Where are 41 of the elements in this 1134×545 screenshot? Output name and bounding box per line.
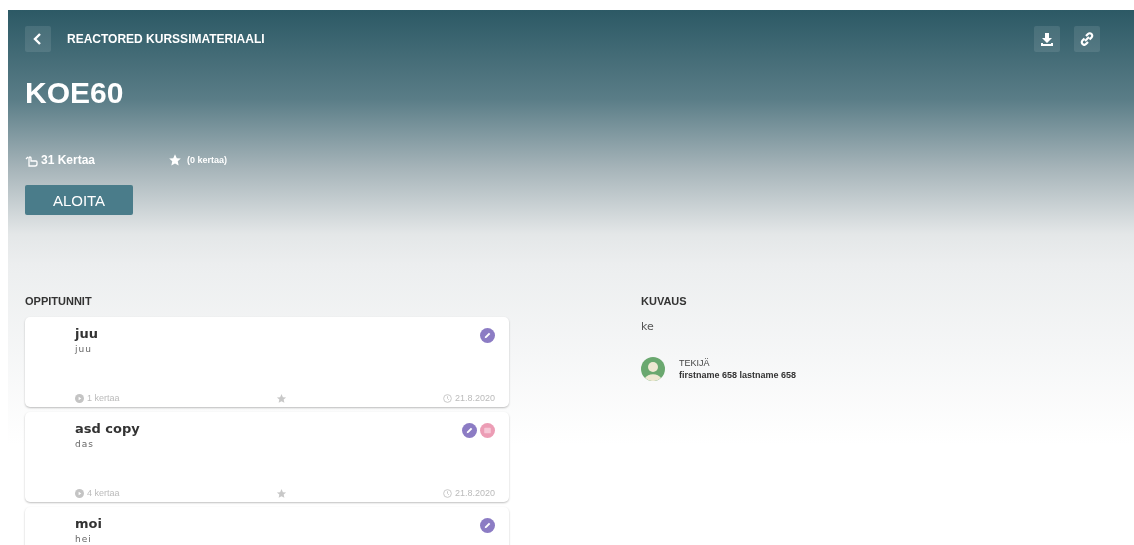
lesson-date: 21.8.2020 [454, 393, 495, 403]
download-icon [1040, 32, 1054, 46]
play-count: 4 kertaa [87, 488, 120, 498]
lesson-title: asd copy [75, 421, 140, 436]
back-button[interactable] [25, 26, 51, 52]
author-label: TEKIJÄ [679, 358, 711, 368]
avatar-icon [641, 357, 665, 381]
lesson-description: juu [75, 344, 93, 354]
lesson-card[interactable]: moi hei [25, 507, 509, 545]
download-button[interactable] [1034, 26, 1060, 52]
course-title: KOE60 [25, 76, 125, 110]
play-count: 1 kertaa [87, 393, 120, 403]
start-button[interactable]: ALOITA [25, 185, 133, 215]
section-heading: OPPITUNNIT [25, 295, 93, 307]
views-count: 31 Kertaa [41, 153, 96, 167]
lesson-description: das [75, 439, 95, 449]
lesson-card[interactable]: asd copy das 4 kertaa 21.8.2020 [25, 412, 509, 502]
lesson-title: moi [75, 516, 102, 531]
back-icon [33, 33, 43, 45]
pencil-icon[interactable] [480, 518, 495, 533]
lesson-title: juu [75, 326, 98, 341]
clock-icon [442, 488, 452, 498]
star-icon[interactable] [275, 392, 287, 404]
play-icon [75, 488, 84, 498]
lesson-description: hei [75, 534, 93, 544]
star-icon [168, 153, 182, 167]
link-button[interactable] [1074, 26, 1100, 52]
description-text: ke [641, 320, 655, 333]
lesson-date: 21.8.2020 [454, 488, 495, 498]
play-icon [75, 393, 84, 403]
rating-count: (0 kertaa) [187, 155, 228, 165]
pencil-icon[interactable] [480, 328, 495, 343]
star-icon[interactable] [275, 487, 287, 499]
author-name: firstname 658 lastname 658 [679, 370, 797, 380]
pencil-icon[interactable] [462, 423, 477, 438]
course-link[interactable]: REACTORED KURSSIMATERIAALI [67, 32, 265, 46]
clock-icon [442, 393, 452, 403]
link-icon [1080, 32, 1094, 46]
lesson-card[interactable]: juu juu 1 kertaa 21.8.2020 [25, 317, 509, 407]
section-heading: KUVAUS [641, 295, 688, 307]
image-icon[interactable] [480, 423, 495, 438]
